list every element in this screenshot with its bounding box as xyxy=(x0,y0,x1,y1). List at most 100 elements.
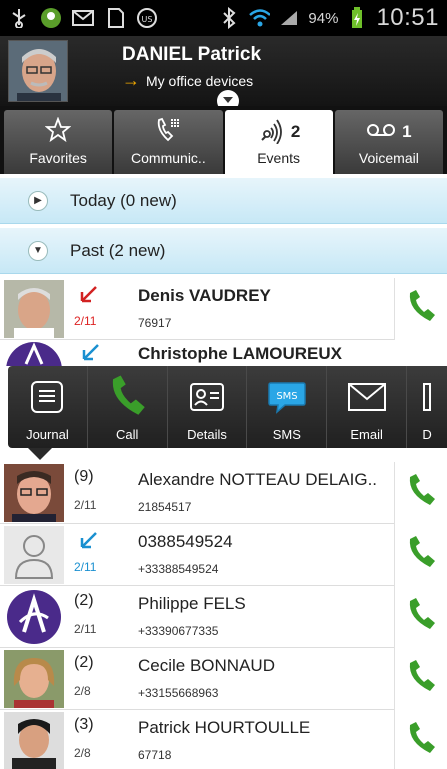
phone-icon xyxy=(406,535,436,575)
action-label: D xyxy=(422,427,432,442)
bluetooth-icon xyxy=(218,7,240,29)
action-label: Call xyxy=(116,427,139,442)
phone-icon xyxy=(406,721,436,761)
section-label: Past (2 new) xyxy=(70,240,166,260)
expand-arrow-icon: ▶ xyxy=(28,190,48,211)
incoming-call-arrow-icon xyxy=(78,342,102,366)
event-date: 2/11 xyxy=(74,314,97,328)
call-button[interactable] xyxy=(394,648,447,710)
usb-debug-icon: US xyxy=(136,7,158,29)
contact-name: Alexandre NOTTEAU DELAIG.. xyxy=(138,470,378,489)
device-selector-label: My office devices xyxy=(146,72,254,89)
avatar xyxy=(4,526,64,584)
clock: 10:51 xyxy=(376,4,439,31)
status-bar: US 94% 10:51 xyxy=(0,0,447,36)
incoming-call-arrow-icon xyxy=(76,530,100,557)
call-button[interactable] xyxy=(394,586,447,648)
event-date: 2/11 xyxy=(74,622,97,636)
details-button[interactable]: Details xyxy=(168,366,248,448)
table-row[interactable]: (9) 2/11 Alexandre NOTTEAU DELAIG.. 2185… xyxy=(0,462,447,524)
email-button[interactable]: Email xyxy=(327,366,408,448)
table-row[interactable]: 2/11 Denis VAUDREY 76917 xyxy=(0,278,447,340)
tab-label: Voicemail xyxy=(358,150,419,166)
contact-number: +33388549524 xyxy=(138,562,219,576)
contact-number: 21854517 xyxy=(138,500,192,514)
sd-card-icon xyxy=(104,7,126,29)
signal-icon xyxy=(278,7,300,29)
event-date: 2/11 xyxy=(74,560,97,574)
events-badge: 2 xyxy=(290,122,301,141)
table-row[interactable]: (2) 2/11 Philippe FELS +33390677335 xyxy=(0,586,447,648)
contact-number: 76917 xyxy=(138,316,172,330)
tab-label: Communic.. xyxy=(131,150,206,166)
app-notification-icon xyxy=(40,7,62,29)
events-radar-icon xyxy=(257,116,285,149)
table-row[interactable]: (2) 2/8 Cecile BONNAUD +33155668963 xyxy=(0,648,447,710)
tab-events[interactable]: 2 Events xyxy=(224,110,333,174)
svg-text:SMS: SMS xyxy=(276,391,297,402)
profile-header[interactable]: DANIEL Patrick → My office devices xyxy=(0,36,447,112)
contact-name: 0388549524 xyxy=(138,532,233,551)
more-icon xyxy=(422,382,432,415)
tab-favorites[interactable]: Favorites xyxy=(4,110,113,174)
journal-button[interactable]: Journal xyxy=(8,366,88,448)
missed-call-arrow-icon xyxy=(76,284,100,311)
avatar xyxy=(4,340,64,366)
phone-icon xyxy=(406,289,436,329)
call-button[interactable] xyxy=(394,710,447,769)
event-count: (9) xyxy=(74,468,94,485)
quick-action-bar: Journal Call Details SMS SMS Email D xyxy=(8,366,447,448)
tab-communications[interactable]: Communic.. xyxy=(114,110,223,174)
phone-icon xyxy=(406,473,436,513)
table-row[interactable]: 2/11 0388549524 +33388549524 xyxy=(0,524,447,586)
action-label: Email xyxy=(350,427,383,442)
wifi-icon xyxy=(248,7,271,29)
contact-name: Philippe FELS xyxy=(138,594,246,613)
svg-text:US: US xyxy=(142,15,153,24)
call-button[interactable] xyxy=(394,462,447,524)
tab-voicemail[interactable]: 1 Voicemail xyxy=(334,110,443,174)
event-count: (2) xyxy=(74,592,94,609)
collapse-arrow-icon: ▼ xyxy=(28,240,48,261)
event-count: (3) xyxy=(74,716,94,733)
arrow-right-icon: → xyxy=(122,70,140,90)
event-date: 2/8 xyxy=(74,684,91,698)
voicemail-icon xyxy=(366,122,396,143)
battery-charging-icon xyxy=(346,7,368,29)
table-row[interactable]: Christophe LAMOUREUX xyxy=(0,340,447,366)
contact-name: Patrick HOURTOULLE xyxy=(138,718,311,737)
avatar xyxy=(4,280,64,338)
avatar xyxy=(8,40,68,102)
section-past[interactable]: ▼ Past (2 new) xyxy=(0,228,447,274)
phone-icon xyxy=(406,659,436,699)
sms-icon: SMS xyxy=(267,379,307,418)
contact-number: +33390677335 xyxy=(138,624,219,638)
profile-name: DANIEL Patrick xyxy=(122,44,262,65)
contact-number: 67718 xyxy=(138,748,172,762)
call-button[interactable] xyxy=(394,278,447,340)
contact-name: Christophe LAMOUREUX xyxy=(138,344,342,363)
phone-icon xyxy=(108,374,146,422)
popup-pointer xyxy=(28,448,52,460)
more-action-button[interactable]: D xyxy=(407,366,447,448)
avatar xyxy=(4,588,64,646)
sms-button[interactable]: SMS SMS xyxy=(247,366,328,448)
usb-icon xyxy=(8,7,30,29)
call-action-button[interactable]: Call xyxy=(88,366,168,448)
star-icon xyxy=(44,115,72,148)
action-label: Details xyxy=(187,427,227,442)
contact-name: Denis VAUDREY xyxy=(138,286,271,305)
avatar xyxy=(4,650,64,708)
call-button[interactable] xyxy=(394,524,447,586)
table-row[interactable]: (3) 2/8 Patrick HOURTOULLE 67718 xyxy=(0,710,447,769)
avatar xyxy=(4,464,64,522)
section-label: Today (0 new) xyxy=(70,190,177,210)
tab-label: Favorites xyxy=(29,150,87,166)
battery-percent: 94% xyxy=(308,9,339,27)
voicemail-badge: 1 xyxy=(402,122,412,141)
device-selector[interactable]: → My office devices xyxy=(122,70,253,91)
envelope-icon xyxy=(347,382,387,415)
contact-name: Cecile BONNAUD xyxy=(138,656,275,675)
action-label: SMS xyxy=(272,427,301,442)
section-today[interactable]: ▶ Today (0 new) xyxy=(0,178,447,224)
